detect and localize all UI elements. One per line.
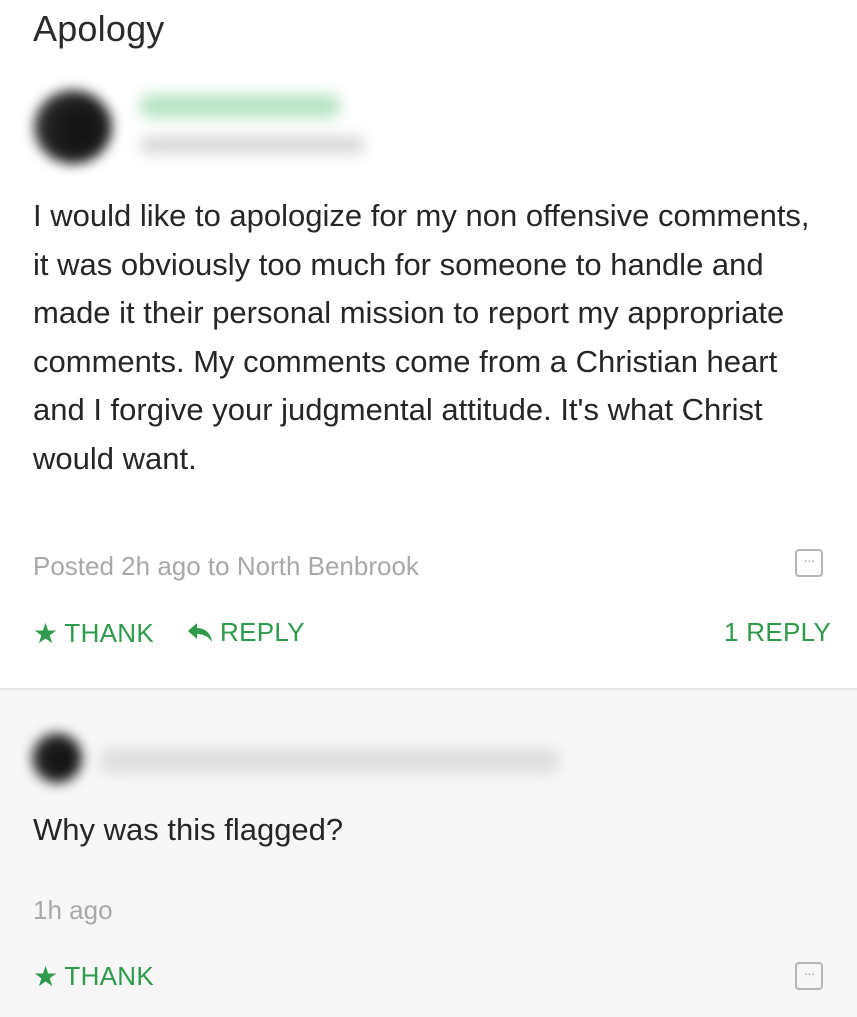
reply-timestamp: 1h ago [33,895,113,925]
post-card: Apology I would like to apologize for my… [0,0,857,688]
reply-body: Why was this flagged? [33,812,344,847]
reply-author-avatar[interactable] [32,733,82,783]
more-options-icon[interactable]: ··· [795,962,823,990]
author-location-redacted [140,136,365,154]
author-avatar[interactable] [34,90,112,164]
thank-label: THANK [64,618,155,648]
reply-thank-button[interactable]: ★ THANK [33,960,154,993]
post-title: Apology [33,8,165,49]
author-name-redacted[interactable] [140,94,340,118]
reply-author-name-redacted[interactable] [100,748,560,774]
thank-button[interactable]: ★ THANK [33,617,154,650]
more-options-icon[interactable]: ··· [795,549,823,577]
reply-label: REPLY [220,617,305,647]
reply-arrow-icon [186,621,214,645]
reply-button[interactable]: REPLY [186,617,305,648]
post-body: I would like to apologize for my non off… [33,198,810,476]
post-meta: Posted 2h ago to North Benbrook [33,551,419,581]
reply-thank-label: THANK [64,961,155,991]
replies-count-link[interactable]: 1 REPLY [724,617,831,648]
star-icon: ★ [33,618,59,649]
star-icon: ★ [33,961,59,992]
